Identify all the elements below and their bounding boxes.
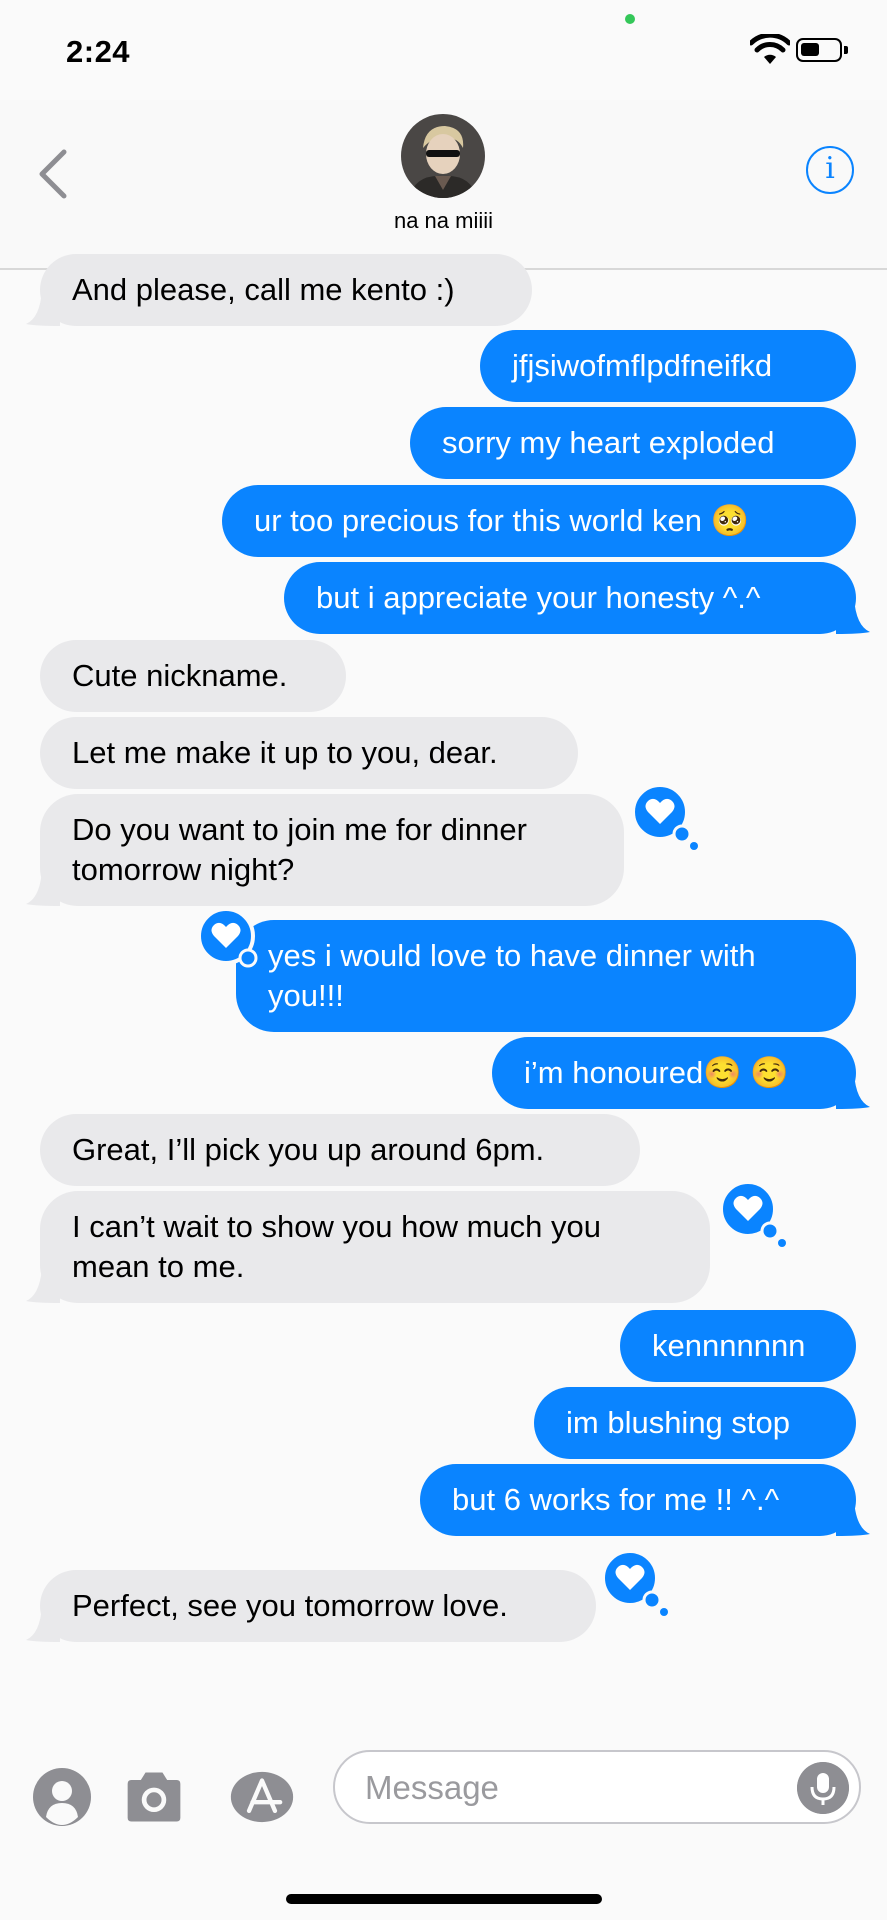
- heart-tapback-icon[interactable]: [718, 1179, 790, 1251]
- wifi-icon: [750, 34, 790, 64]
- heart-tapback-icon[interactable]: [600, 1548, 672, 1620]
- contact-avatar[interactable]: [401, 114, 485, 198]
- home-indicator[interactable]: [286, 1894, 602, 1904]
- message-input-field[interactable]: [333, 1750, 861, 1824]
- memoji-icon[interactable]: [30, 1765, 94, 1829]
- message-text: im blushing stop: [566, 1405, 791, 1440]
- received-message-bubble[interactable]: Cute nickname.: [40, 640, 346, 712]
- message-text: I can’t wait to show you how much you me…: [72, 1209, 601, 1284]
- sent-message-bubble[interactable]: yes i would love to have dinner with you…: [236, 920, 856, 1032]
- info-icon[interactable]: i: [806, 146, 854, 194]
- app-store-icon[interactable]: [230, 1765, 294, 1829]
- sent-message-bubble[interactable]: sorry my heart exploded: [410, 407, 856, 479]
- received-message-bubble[interactable]: And please, call me kento :): [26, 254, 532, 326]
- message-text: but 6 works for me !! ^.^: [452, 1482, 780, 1517]
- bubble-tail: [836, 1073, 870, 1109]
- received-message-bubble[interactable]: Perfect, see you tomorrow love.: [26, 1570, 596, 1642]
- sent-message-bubble[interactable]: im blushing stop: [534, 1387, 856, 1459]
- received-message-bubble[interactable]: Great, I’ll pick you up around 6pm.: [40, 1114, 640, 1186]
- message-text: i’m honoured☺️ ☺️: [524, 1055, 790, 1090]
- received-message-bubble[interactable]: Do you want to join me for dinner tomorr…: [26, 794, 624, 906]
- message-text: Do you want to join me for dinner tomorr…: [72, 812, 527, 887]
- heart-tapback-icon[interactable]: [196, 906, 268, 978]
- conversation-header: na na miiii i: [0, 100, 887, 270]
- contact-name[interactable]: na na miiii: [0, 208, 887, 234]
- sent-message-bubble[interactable]: jfjsiwofmflpdfneifkd: [480, 330, 856, 402]
- sent-message-bubble[interactable]: i’m honoured☺️ ☺️: [492, 1037, 870, 1109]
- message-text: kennnnnnn: [652, 1328, 806, 1363]
- bubble-tail: [26, 290, 60, 326]
- composer-bar: [0, 1740, 887, 1880]
- message-text: but i appreciate your honesty ^.^: [316, 580, 761, 615]
- message-text: yes i would love to have dinner with you…: [268, 938, 756, 1013]
- status-bar: 2:24: [0, 0, 887, 100]
- battery-icon: [796, 38, 848, 62]
- received-message-bubble[interactable]: I can’t wait to show you how much you me…: [26, 1191, 710, 1303]
- sent-message-bubble[interactable]: but 6 works for me !! ^.^: [420, 1464, 870, 1536]
- status-time: 2:24: [66, 34, 131, 69]
- camera-in-use-indicator: [625, 14, 635, 24]
- message-text: sorry my heart exploded: [442, 425, 775, 460]
- message-text: Cute nickname.: [72, 658, 288, 693]
- message-text: Great, I’ll pick you up around 6pm.: [72, 1132, 545, 1167]
- back-chevron-icon[interactable]: [30, 144, 80, 204]
- sent-message-bubble[interactable]: ur too precious for this world ken 🥺: [222, 485, 856, 557]
- message-text: And please, call me kento :): [72, 272, 455, 307]
- microphone-icon[interactable]: [797, 1762, 849, 1814]
- bubble-tail: [26, 1606, 60, 1642]
- message-text: jfjsiwofmflpdfneifkd: [512, 348, 773, 383]
- received-message-bubble[interactable]: Let me make it up to you, dear.: [40, 717, 578, 789]
- camera-icon[interactable]: [122, 1765, 186, 1829]
- bubble-tail: [836, 1500, 870, 1536]
- message-thread: And please, call me kento :) jfjsiwofmflp…: [0, 254, 887, 1730]
- message-input[interactable]: [363, 1752, 767, 1824]
- bubble-tail: [26, 1267, 60, 1303]
- sent-message-bubble[interactable]: but i appreciate your honesty ^.^: [284, 562, 870, 634]
- message-text: ur too precious for this world ken 🥺: [254, 503, 750, 538]
- heart-tapback-icon[interactable]: [630, 782, 702, 854]
- sent-message-bubble[interactable]: kennnnnnn: [620, 1310, 856, 1382]
- message-text: Perfect, see you tomorrow love.: [72, 1588, 508, 1623]
- message-text: Let me make it up to you, dear.: [72, 735, 498, 770]
- bubble-tail: [836, 598, 870, 634]
- bubble-tail: [26, 870, 60, 906]
